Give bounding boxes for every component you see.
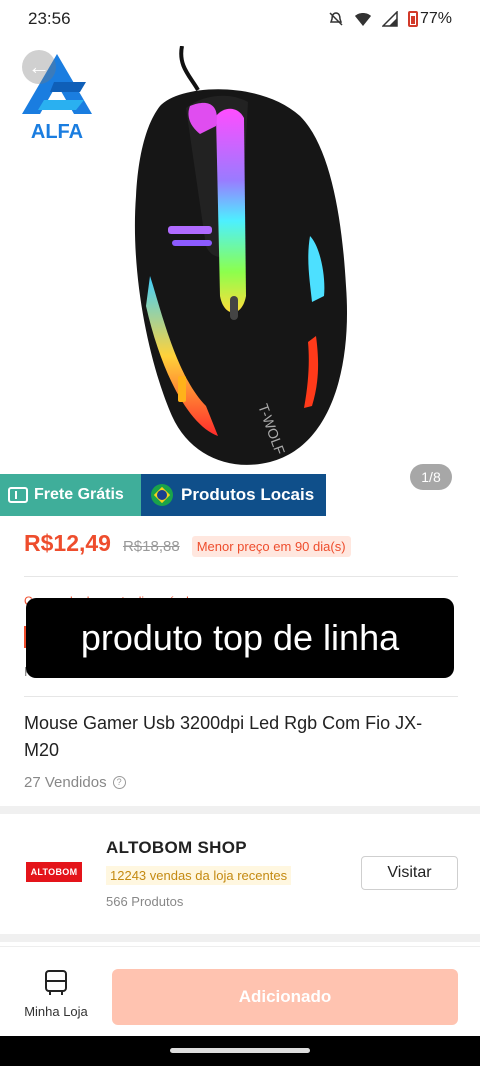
bottom-action-bar: Minha Loja Adicionado (0, 946, 480, 1036)
price-current: R$12,49 (24, 530, 111, 556)
back-arrow-icon: ← (28, 54, 50, 79)
wifi-icon (354, 13, 371, 26)
status-icons: 77% (328, 10, 452, 28)
shop-sales-badge: 12243 vendas da loja recentes (106, 866, 292, 885)
battery-icon (407, 11, 418, 27)
sold-count-row: 27 Vendidos ? (24, 774, 126, 791)
product-image-mouse: T-WOLF (134, 46, 348, 465)
help-icon[interactable]: ? (112, 776, 126, 789)
image-counter: 1/8 (410, 464, 452, 490)
status-bar: 23:56 77% (0, 0, 480, 38)
divider (24, 576, 458, 577)
status-time: 23:56 (28, 9, 71, 28)
my-store-label: Minha Loja (24, 1004, 88, 1019)
section-separator (0, 934, 480, 942)
product-title: Mouse Gamer Usb 3200dpi Led Rgb Com Fio … (24, 713, 423, 760)
visit-shop-button[interactable]: Visitar (361, 856, 458, 890)
alfa-logo-text: ALFA (31, 121, 83, 143)
divider (24, 696, 458, 697)
video-caption: produto top de linha (26, 598, 454, 678)
brazil-flag-icon (151, 484, 173, 506)
shop-name[interactable]: ALTOBOM SHOP (106, 838, 247, 858)
battery-percent: 77% (419, 10, 452, 27)
section-separator (0, 806, 480, 814)
home-gesture-handle[interactable] (170, 1048, 310, 1053)
signal-icon (381, 11, 398, 27)
local-products-badge: Produtos Locais (141, 474, 326, 516)
free-shipping-badge: Frete Grátis (0, 474, 141, 516)
free-shipping-label: Frete Grátis (34, 486, 124, 503)
shop-products-count: 566 Produtos (106, 894, 184, 909)
mute-icon (329, 12, 343, 26)
add-to-cart-button[interactable]: Adicionado (112, 969, 458, 1025)
local-products-label: Produtos Locais (181, 485, 315, 504)
battery-indicator: 77% (407, 10, 452, 28)
shop-logo[interactable]: ALTOBOM (26, 862, 82, 882)
price-row: R$12,49 R$18,88 Menor preço em 90 dia(s) (24, 530, 351, 557)
my-store-tab[interactable]: Minha Loja (16, 969, 96, 1021)
ticket-icon (8, 487, 28, 503)
lowest-price-badge: Menor preço em 90 dia(s) (191, 536, 351, 557)
back-button[interactable]: ← (22, 50, 56, 84)
sold-count: 27 Vendidos (24, 774, 107, 791)
store-icon (45, 970, 67, 995)
system-nav-bar (0, 1036, 480, 1066)
promo-strip: Frete Grátis Produtos Locais (0, 474, 326, 516)
price-original: R$18,88 (122, 538, 180, 555)
